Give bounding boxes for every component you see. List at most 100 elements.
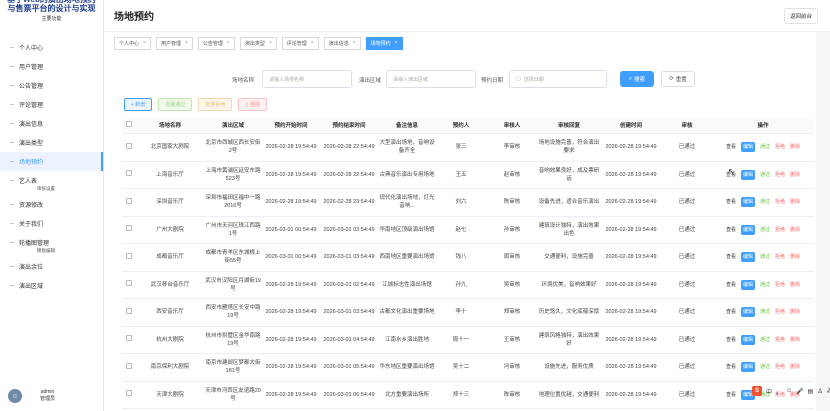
- approve-button[interactable]: 通过: [760, 226, 770, 234]
- date-picker[interactable]: ▢ 选择日期: [509, 70, 607, 88]
- delete-row-button[interactable]: 删除: [790, 226, 800, 234]
- close-icon[interactable]: ×: [269, 40, 272, 46]
- approve-button[interactable]: 通过: [760, 171, 770, 179]
- approve-button[interactable]: 通过: [760, 198, 770, 206]
- view-button[interactable]: 查看: [726, 281, 736, 289]
- approve-button[interactable]: 通过: [760, 308, 770, 316]
- venue-search-input[interactable]: 请输入场地名称: [262, 70, 352, 88]
- sidebar-item-1[interactable]: – 个人中心: [0, 38, 103, 57]
- sidebar-item-13[interactable]: – 演出区域: [0, 276, 103, 295]
- row-checkbox[interactable]: [122, 197, 136, 207]
- edit-button[interactable]: 编辑: [740, 334, 755, 345]
- row-checkbox[interactable]: [122, 335, 136, 344]
- delete-row-button[interactable]: 删除: [790, 143, 800, 151]
- view-button[interactable]: 查看: [726, 308, 736, 316]
- reject-button[interactable]: 拒绝: [775, 253, 785, 261]
- view-button[interactable]: 查看: [726, 391, 736, 399]
- row-checkbox[interactable]: [122, 390, 136, 399]
- edit-button[interactable]: 编辑: [740, 252, 755, 263]
- reject-button[interactable]: 拒绝: [775, 336, 785, 344]
- sidebar-item-4[interactable]: – 评论管理: [0, 95, 103, 114]
- tab-3[interactable]: 公告管理 ×: [197, 36, 235, 50]
- close-icon[interactable]: ×: [185, 40, 188, 46]
- row-checkbox[interactable]: [122, 170, 136, 179]
- sidebar-item-10[interactable]: – 关于我们: [0, 214, 103, 233]
- ime-keyboard-icon[interactable]: ▤: [808, 388, 814, 395]
- delete-row-button[interactable]: 删除: [790, 336, 800, 344]
- reject-button[interactable]: 拒绝: [775, 226, 785, 234]
- sidebar-item-8[interactable]: – 艺人表: [0, 171, 103, 190]
- close-icon[interactable]: ×: [395, 40, 398, 46]
- view-button[interactable]: 查看: [726, 363, 736, 371]
- approve-button[interactable]: 通过: [760, 253, 770, 261]
- view-button[interactable]: 查看: [726, 198, 736, 206]
- row-checkbox[interactable]: [122, 362, 136, 372]
- reject-button[interactable]: 拒绝: [775, 281, 785, 289]
- reject-button[interactable]: 拒绝: [775, 308, 785, 316]
- sidebar-item-2[interactable]: – 用户管理: [0, 57, 103, 76]
- search-button[interactable]: ⌕ 搜索: [620, 71, 654, 87]
- reject-button[interactable]: 拒绝: [775, 143, 785, 151]
- batch-approve-button[interactable]: 批量通过: [158, 98, 193, 111]
- scrollbar[interactable]: [816, 32, 830, 411]
- sidebar-item-12[interactable]: – 演出余位: [0, 257, 103, 276]
- sidebar-item-11[interactable]: – 轮播图管理: [0, 233, 103, 252]
- sidebar-item-6[interactable]: – 演出类型: [0, 133, 103, 152]
- add-button[interactable]: + 新增: [124, 98, 153, 111]
- edit-button[interactable]: 编辑: [740, 279, 755, 290]
- close-icon[interactable]: ×: [353, 40, 356, 46]
- sidebar-item-9[interactable]: – 资源修改: [0, 195, 103, 214]
- row-checkbox[interactable]: [122, 225, 136, 234]
- row-checkbox[interactable]: [122, 142, 136, 152]
- reject-button[interactable]: 拒绝: [775, 198, 785, 206]
- edit-button[interactable]: 编辑: [740, 142, 755, 153]
- edit-button[interactable]: 编辑: [740, 362, 755, 373]
- delete-row-button[interactable]: 删除: [790, 198, 800, 206]
- view-button[interactable]: 查看: [726, 336, 736, 344]
- reset-button[interactable]: ⟳ 重置: [661, 71, 695, 87]
- approve-button[interactable]: 通过: [760, 336, 770, 344]
- ime-user-icon[interactable]: ♙: [817, 388, 822, 395]
- delete-row-button[interactable]: 删除: [790, 308, 800, 316]
- delete-row-button[interactable]: 删除: [790, 281, 800, 289]
- select-all-checkbox[interactable]: [122, 121, 136, 130]
- close-icon[interactable]: ×: [143, 40, 146, 46]
- edit-button[interactable]: 编辑: [740, 169, 755, 180]
- sidebar-item-5[interactable]: – 演出信息: [0, 114, 103, 133]
- tab-1[interactable]: 个人中心 ×: [114, 36, 151, 50]
- ime-punct-icon[interactable]: 。: [776, 387, 782, 396]
- area-search-input[interactable]: 请输入演出区域: [386, 70, 476, 88]
- ime-lang-icon[interactable]: 中: [766, 387, 772, 396]
- delete-row-button[interactable]: 删除: [790, 253, 800, 261]
- ime-emoji-icon[interactable]: ☺: [786, 388, 792, 394]
- tab-4[interactable]: 演出类型 ×: [239, 36, 277, 50]
- ime-voice-icon[interactable]: 🎤: [796, 388, 803, 395]
- row-checkbox[interactable]: [122, 280, 136, 289]
- delete-button[interactable]: ▯ 删除: [238, 98, 268, 111]
- close-icon[interactable]: ×: [227, 40, 230, 46]
- tab-7[interactable]: 场地预约 ×: [365, 36, 403, 50]
- tab-6[interactable]: 演出信息 ×: [323, 36, 361, 50]
- approve-button[interactable]: 通过: [760, 143, 770, 151]
- tab-2[interactable]: 用户管理 ×: [155, 36, 193, 50]
- avatar[interactable]: ☺: [8, 389, 22, 403]
- sidebar-item-3[interactable]: – 公告管理: [0, 76, 103, 95]
- ime-logo-icon[interactable]: S: [752, 386, 762, 396]
- close-icon[interactable]: ×: [311, 40, 314, 46]
- view-button[interactable]: 查看: [726, 143, 736, 151]
- batch-reject-button[interactable]: 批量拒绝: [198, 98, 233, 111]
- edit-button[interactable]: 编辑: [740, 197, 755, 208]
- back-to-front-button[interactable]: 返回前台: [783, 7, 818, 24]
- view-button[interactable]: 查看: [726, 253, 736, 261]
- sidebar-item-7[interactable]: – 场地预约: [0, 152, 103, 171]
- edit-button[interactable]: 编辑: [740, 307, 755, 318]
- reject-button[interactable]: 拒绝: [775, 171, 785, 179]
- delete-row-button[interactable]: 删除: [790, 171, 800, 179]
- approve-button[interactable]: 通过: [760, 281, 770, 289]
- tab-5[interactable]: 评论管理 ×: [281, 36, 319, 50]
- row-checkbox[interactable]: [122, 252, 136, 262]
- approve-button[interactable]: 通过: [760, 363, 770, 371]
- delete-row-button[interactable]: 删除: [790, 363, 800, 371]
- reject-button[interactable]: 拒绝: [775, 363, 785, 371]
- row-checkbox[interactable]: [122, 307, 136, 317]
